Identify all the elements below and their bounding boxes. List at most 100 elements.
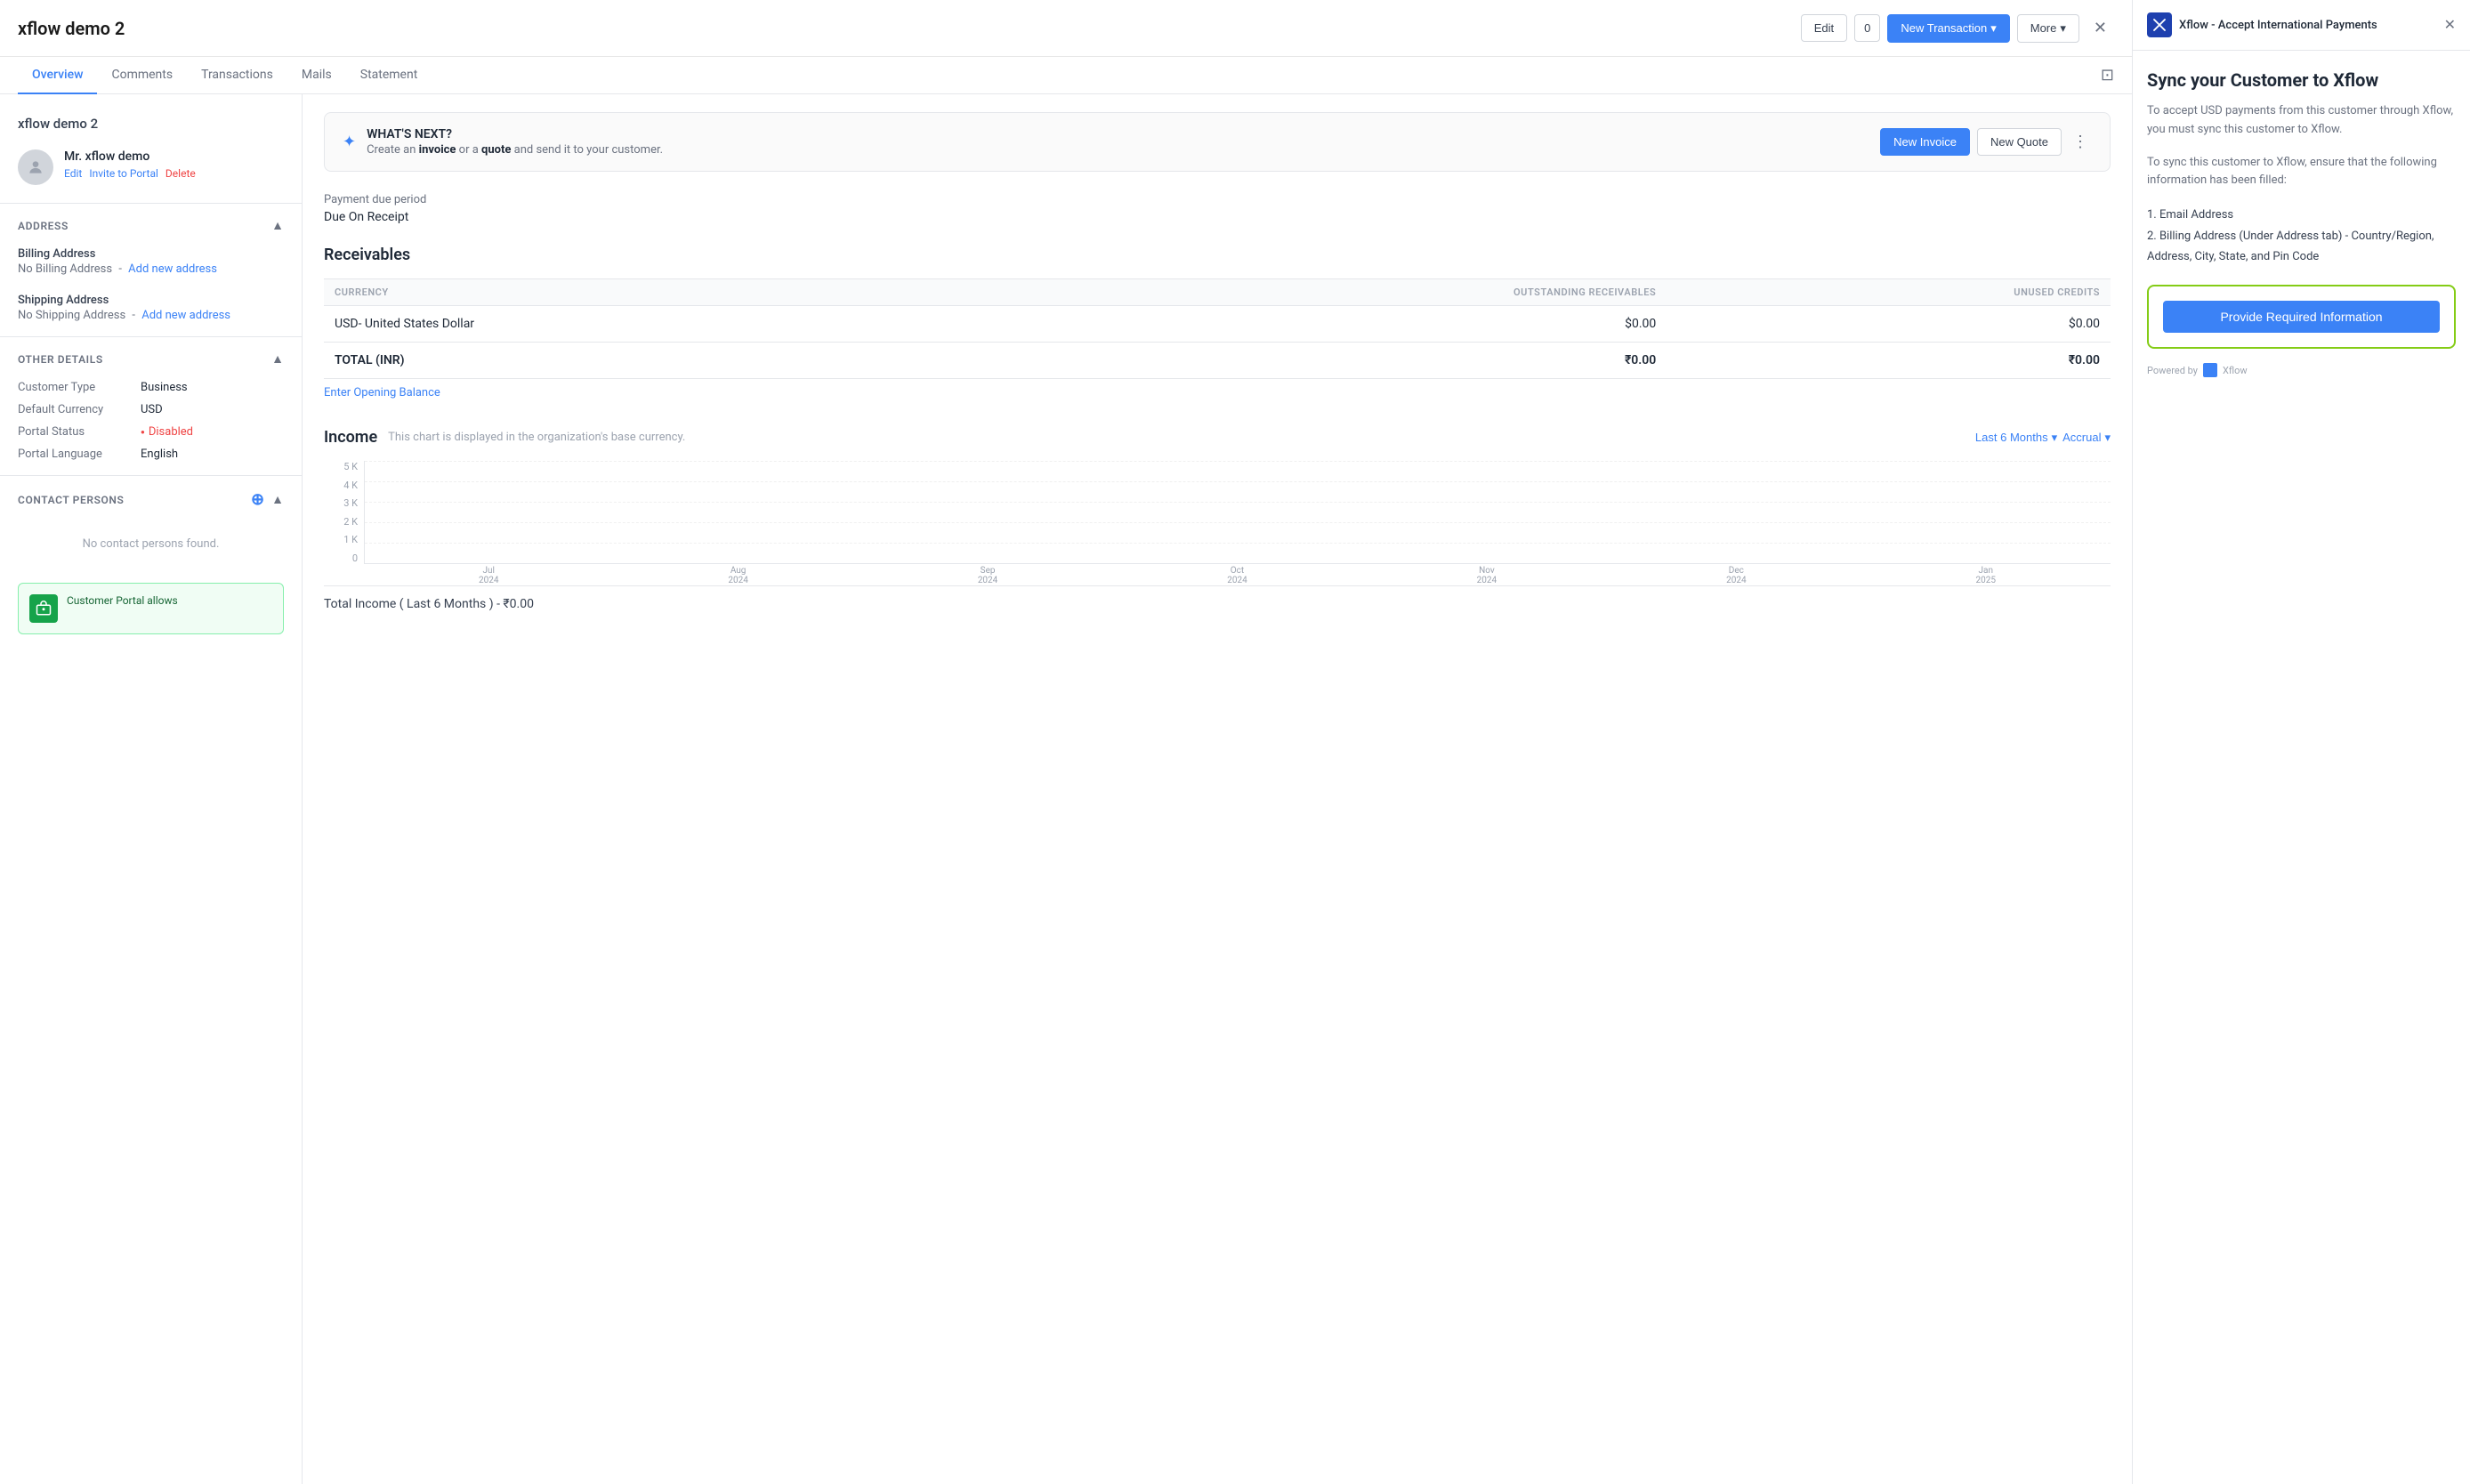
default-currency-value: USD [141, 403, 163, 416]
portal-icon [29, 594, 58, 623]
more-chevron-icon: ▾ [2060, 21, 2066, 36]
new-quote-button[interactable]: New Quote [1977, 128, 2062, 156]
shipping-add-link[interactable]: Add new address [141, 309, 230, 322]
contact-edit-link[interactable]: Edit [64, 167, 82, 180]
new-invoice-button[interactable]: New Invoice [1880, 128, 1970, 156]
portal-status-row: Portal Status ● Disabled [18, 425, 284, 439]
whats-next-actions: New Invoice New Quote ⋮ [1880, 128, 2092, 156]
portal-text: Customer Portal allows [67, 594, 178, 607]
other-details-title: OTHER DETAILS [18, 353, 103, 366]
xflow-list: 1. Email Address 2. Billing Address (Und… [2147, 205, 2456, 267]
unused-cell: $0.00 [1667, 306, 2111, 343]
address-toggle[interactable]: ▲ [271, 218, 284, 233]
icon-zero-button[interactable]: 0 [1854, 14, 1880, 42]
whats-next-icon: ✦ [343, 133, 356, 151]
billing-address: Billing Address No Billing Address - Add… [0, 240, 302, 286]
outstanding-cell: $0.00 [989, 306, 1667, 343]
filter-type-button[interactable]: Accrual ▾ [2062, 431, 2111, 445]
tab-overview[interactable]: Overview [18, 57, 97, 94]
y-label: 1 K [324, 534, 358, 545]
xflow-desc1: To accept USD payments from this custome… [2147, 102, 2456, 140]
contact-persons-title: CONTACT PERSONS [18, 494, 124, 506]
page-title: xflow demo 2 [18, 18, 125, 39]
billing-add-link[interactable]: Add new address [128, 262, 217, 276]
contact-persons-toggle[interactable]: ▲ [271, 492, 284, 507]
tab-mails[interactable]: Mails [287, 57, 346, 94]
table-row: USD- United States Dollar $0.00 $0.00 [324, 306, 2111, 343]
y-label: 0 [324, 552, 358, 564]
x-label: Aug2024 [728, 566, 747, 585]
dropdown-chevron-icon: ▾ [1990, 21, 1997, 36]
tab-statement[interactable]: Statement [346, 57, 432, 94]
other-details-header: OTHER DETAILS ▲ [0, 344, 302, 374]
customer-type-row: Customer Type Business [18, 381, 284, 394]
x-label: Jul2024 [479, 566, 498, 585]
contact-name: Mr. xflow demo [64, 149, 284, 164]
portal-language-label: Portal Language [18, 448, 133, 461]
col-currency: CURRENCY [324, 279, 989, 306]
billing-value: No Billing Address - Add new address [18, 262, 284, 276]
customer-type-label: Customer Type [18, 381, 133, 394]
filter-type-chevron: ▾ [2104, 431, 2111, 445]
chat-icon[interactable]: ⊡ [2101, 66, 2114, 85]
col-outstanding: OUTSTANDING RECEIVABLES [989, 279, 1667, 306]
filter-period-button[interactable]: Last 6 Months ▾ [1975, 431, 2057, 445]
other-details-grid: Customer Type Business Default Currency … [0, 374, 302, 472]
no-contacts-message: No contact persons found. [18, 523, 284, 565]
edit-button[interactable]: Edit [1801, 14, 1847, 42]
address-section-title: ADDRESS [18, 220, 69, 232]
contact-delete-link[interactable]: Delete [165, 167, 196, 180]
xflow-powered-logo [2203, 363, 2217, 377]
tab-comments[interactable]: Comments [97, 57, 187, 94]
contact-invite-link[interactable]: Invite to Portal [89, 167, 158, 180]
x-label: Nov2024 [1477, 566, 1497, 585]
filter-period-chevron: ▾ [2052, 431, 2058, 445]
payment-info: Payment due period Due On Receipt [324, 193, 2111, 224]
new-transaction-button[interactable]: New Transaction ▾ [1887, 14, 2009, 43]
contact-persons-section: No contact persons found. [0, 516, 302, 572]
tab-transactions[interactable]: Transactions [187, 57, 287, 94]
y-label: 4 K [324, 480, 358, 491]
enter-opening-balance-link[interactable]: Enter Opening Balance [324, 379, 2111, 407]
customer-type-value: Business [141, 381, 188, 394]
other-details-toggle[interactable]: ▲ [271, 351, 284, 367]
payment-value: Due On Receipt [324, 210, 2111, 224]
xflow-panel: Xflow - Accept International Payments ✕ … [2132, 0, 2470, 1484]
xflow-close-button[interactable]: ✕ [2444, 16, 2456, 34]
whats-next-left: ✦ WHAT'S NEXT? Create an invoice or a qu… [343, 127, 663, 157]
portal-status-label: Portal Status [18, 425, 133, 439]
xflow-panel-body: Sync your Customer to Xflow To accept US… [2133, 51, 2470, 395]
x-label: Sep2024 [978, 566, 997, 585]
income-subtitle: This chart is displayed in the organizat… [388, 431, 1965, 444]
provide-info-button[interactable]: Provide Required Information [2163, 301, 2440, 333]
shipping-address: Shipping Address No Shipping Address - A… [0, 286, 302, 333]
more-button[interactable]: More ▾ [2017, 14, 2079, 43]
receivables-section: Receivables CURRENCY OUTSTANDING RECEIVA… [324, 246, 2111, 407]
table-row: TOTAL (INR) ₹0.00 ₹0.00 [324, 343, 2111, 379]
income-filter: Last 6 Months ▾ Accrual ▾ [1975, 431, 2111, 445]
xflow-desc2: To sync this customer to Xflow, ensure t… [2147, 154, 2456, 191]
left-sidebar: xflow demo 2 Mr. xflow demo Edit Invite … [0, 94, 303, 1484]
add-contact-person-button[interactable]: ⊕ [251, 490, 264, 509]
contact-persons-header: CONTACT PERSONS ⊕ ▲ [0, 483, 302, 516]
customer-portal-banner: Customer Portal allows [18, 583, 284, 634]
close-button[interactable]: ✕ [2087, 15, 2114, 41]
shipping-value: No Shipping Address - Add new address [18, 309, 284, 322]
x-label: Oct2024 [1227, 566, 1247, 585]
receivables-table: CURRENCY OUTSTANDING RECEIVABLES UNUSED … [324, 278, 2111, 379]
receivables-title: Receivables [324, 246, 2111, 264]
portal-status-value: ● Disabled [141, 425, 193, 439]
income-title: Income [324, 428, 377, 447]
payment-label: Payment due period [324, 193, 2111, 206]
income-section: Income This chart is displayed in the or… [324, 428, 2111, 622]
whats-next-banner: ✦ WHAT'S NEXT? Create an invoice or a qu… [324, 112, 2111, 172]
body-layout: xflow demo 2 Mr. xflow demo Edit Invite … [0, 94, 2132, 1484]
y-label: 2 K [324, 516, 358, 528]
more-options-icon[interactable]: ⋮ [2069, 129, 2092, 155]
total-income: Total Income ( Last 6 Months ) - ₹0.00 [324, 585, 2111, 622]
page-header: xflow demo 2 Edit 0 New Transaction ▾ Mo… [0, 0, 2132, 57]
xflow-header-left: Xflow - Accept International Payments [2147, 12, 2377, 37]
income-header: Income This chart is displayed in the or… [324, 428, 2111, 447]
shipping-label: Shipping Address [18, 294, 284, 307]
currency-cell: TOTAL (INR) [324, 343, 989, 379]
